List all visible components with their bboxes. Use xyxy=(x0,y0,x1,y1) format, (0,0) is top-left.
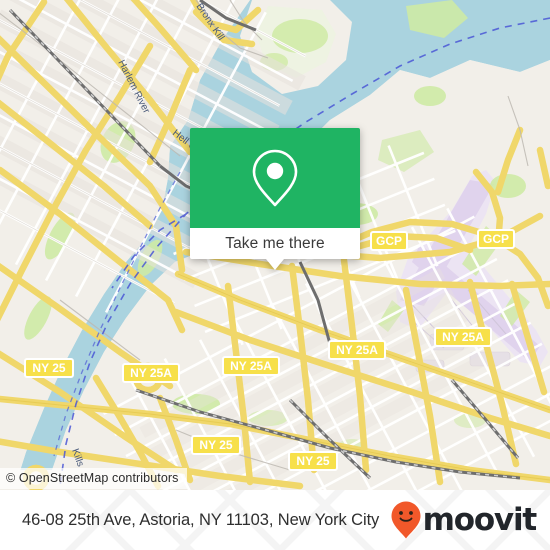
svg-text:GCP: GCP xyxy=(376,234,402,248)
moovit-map-screenshot: Harlem River Bronx Kill Hell Gate Kills … xyxy=(0,0,550,550)
svg-text:NY 25A: NY 25A xyxy=(442,330,484,344)
take-me-there-popup[interactable]: Take me there xyxy=(190,128,360,270)
moovit-pin-smiley-icon xyxy=(391,501,421,539)
svg-text:GCP: GCP xyxy=(483,232,509,246)
svg-text:NY 25: NY 25 xyxy=(296,454,329,468)
moovit-logo[interactable]: moovit xyxy=(390,500,538,540)
popup-action[interactable]: Take me there xyxy=(190,228,360,259)
svg-text:NY 25: NY 25 xyxy=(32,361,65,375)
svg-text:NY 25A: NY 25A xyxy=(230,359,272,373)
osm-attribution[interactable]: © OpenStreetMap contributors xyxy=(0,468,187,489)
moovit-wordmark: moovit xyxy=(422,501,538,538)
svg-text:NY 25: NY 25 xyxy=(199,438,232,452)
svg-text:NY 25A: NY 25A xyxy=(336,343,378,357)
svg-text:NY 25A: NY 25A xyxy=(130,366,172,380)
map-pin-icon xyxy=(252,149,298,207)
popup-action-label: Take me there xyxy=(225,234,325,252)
popup-pointer xyxy=(266,259,284,270)
footer-bar: 46-08 25th Ave, Astoria, NY 11103, New Y… xyxy=(0,490,550,550)
address-label: 46-08 25th Ave, Astoria, NY 11103, New Y… xyxy=(22,510,380,529)
popup-icon-area xyxy=(190,128,360,228)
